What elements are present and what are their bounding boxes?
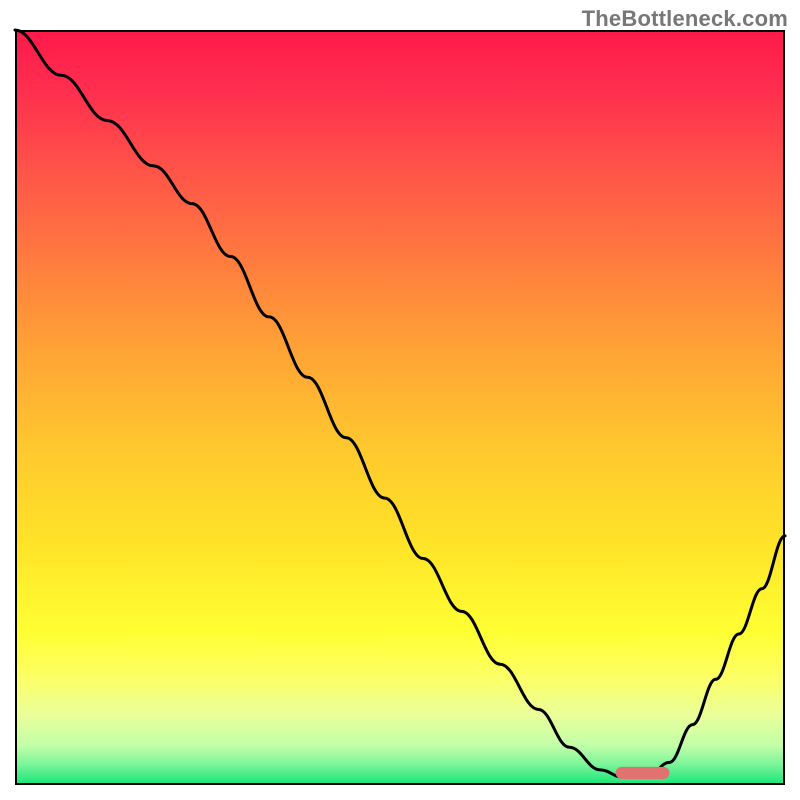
watermark-text: TheBottleneck.com — [582, 6, 788, 32]
chart-svg — [0, 0, 800, 800]
optimal-marker — [616, 767, 670, 779]
